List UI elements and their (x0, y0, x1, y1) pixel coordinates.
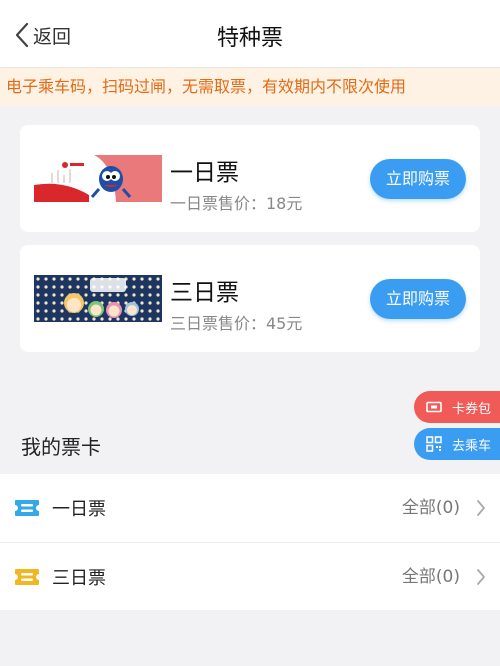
chevron-right-icon (477, 569, 485, 585)
my-cards-title: 我的票卡 (21, 435, 101, 459)
ticket-name: 一日票 (170, 160, 239, 186)
buy-button[interactable]: 立即购票 (370, 279, 466, 319)
page-title: 特种票 (216, 26, 283, 51)
ticket-stub-icon (15, 568, 39, 585)
list-item-label: 三日票 (52, 567, 106, 589)
ticket-price: 一日票售价：18元 (170, 194, 303, 213)
card-wallet-button[interactable]: 卡券包 (414, 391, 500, 423)
ticket-card-one-day: 一日票 一日票售价：18元 立即购票 (20, 125, 480, 232)
ticket-price: 三日票售价：45元 (170, 314, 303, 333)
navigation-bar: 返回 特种票 (0, 0, 500, 68)
my-cards-list: 一日票 全部(0) 三日票 全部(0) (0, 474, 500, 610)
list-item-count: 全部(0) (401, 498, 460, 518)
ticket-icon (426, 401, 442, 413)
ticket-stub-icon (15, 500, 39, 516)
red-mascot-banner (34, 155, 162, 202)
list-item-count: 全部(0) (401, 567, 460, 587)
chevron-right-icon (477, 500, 485, 516)
list-item-one-day[interactable]: 一日票 全部(0) (0, 474, 500, 542)
list-item-three-day[interactable]: 三日票 全部(0) (0, 542, 500, 610)
card-wallet-label: 卡券包 (452, 401, 492, 417)
notice-bar: 电子乘车码，扫码过闸，无需取票，有效期内不限次使用 (0, 68, 500, 106)
list-item-label: 一日票 (52, 499, 106, 520)
qr-code-icon (426, 436, 442, 452)
ticket-name: 三日票 (170, 280, 239, 306)
buy-button[interactable]: 立即购票 (370, 159, 466, 199)
ticket-card-three-day: 三日票 三日票售价：45元 立即购票 (20, 245, 480, 352)
go-ride-label: 去乘车 (452, 438, 492, 454)
navy-cartoon-banner (34, 275, 162, 322)
go-ride-button[interactable]: 去乘车 (414, 428, 500, 460)
